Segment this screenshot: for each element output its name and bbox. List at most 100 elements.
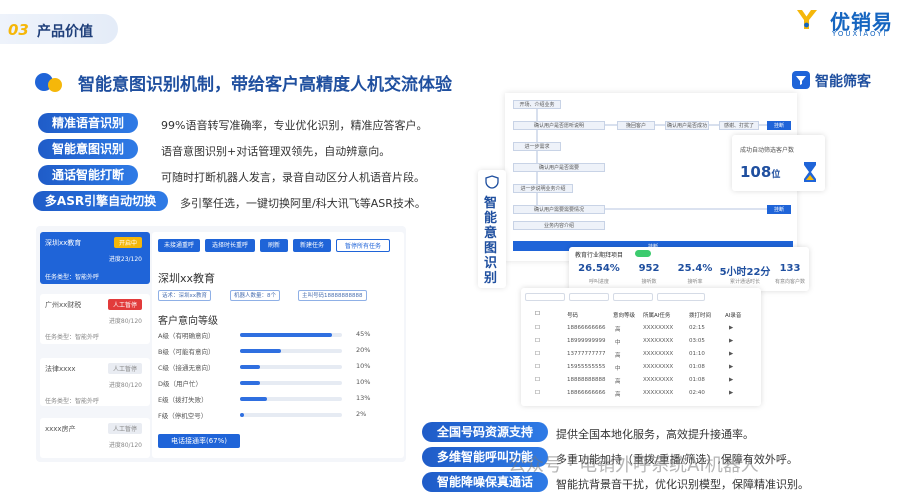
level-label: F级（停机空号）	[158, 412, 208, 420]
brand-sub: YOUXIAOYI	[832, 30, 888, 38]
level-bar-fill	[240, 381, 261, 385]
col-header: 号码	[567, 313, 579, 319]
col-header: 拨打时间	[689, 313, 712, 319]
level-bar-fill	[240, 413, 245, 417]
table-header-checkbox[interactable]: ☐	[535, 311, 540, 317]
table-cell: 18888888888	[567, 377, 606, 383]
table-cell: 01:08	[689, 364, 705, 370]
section-number: 03	[8, 21, 29, 39]
table-cell: 中	[615, 366, 621, 372]
table-cell: 中	[615, 340, 621, 346]
watermark: 公众号 · 电销外呼系统AI机器人	[508, 455, 759, 476]
caller-number-tag: 主叫号码18888888888	[298, 290, 367, 301]
level-bar-track	[240, 365, 342, 369]
script-tag: 话术：深圳xx教育	[158, 290, 212, 301]
feature-desc-2: 语音意图识别+对话管理双领先，自动辨意向。	[161, 145, 391, 158]
feature-desc-4: 多引擎任选，一键切换阿里/科大讯飞等ASR技术。	[180, 197, 426, 210]
kpi-value: 26.54%	[578, 263, 620, 274]
kpi-label: 有意向客户数	[774, 279, 805, 285]
detail-title: 深圳xx教育	[158, 272, 216, 285]
level-label: E级（拨打失败）	[158, 396, 208, 404]
kpi-card: 教育行业期拜项目 26.54% 呼叫进度 952 接听数 25.4% 接听率 5…	[569, 247, 809, 291]
level-bar-track	[240, 413, 342, 417]
play-icon[interactable]: ▶	[729, 325, 733, 331]
table-cell: 高	[615, 379, 621, 385]
bottom-feature-label-1: 全国号码资源支持	[422, 422, 548, 442]
task-card[interactable]: xxxx房产 人工暂停 进度80/120	[40, 418, 150, 458]
stat-value: 108位	[740, 163, 780, 181]
intent-level-row: F级（停机空号） 2%	[158, 410, 398, 420]
row-checkbox[interactable]: ☐	[535, 325, 540, 331]
table-cell: 18866666666	[567, 325, 606, 331]
level-percent: 45%	[356, 330, 371, 338]
level-percent: 13%	[356, 394, 371, 402]
level-label: B级（可能有意向）	[158, 348, 215, 356]
filter-select[interactable]	[613, 293, 653, 301]
row-checkbox[interactable]: ☐	[535, 377, 540, 383]
pause-all-button[interactable]: 暂停所有任务	[336, 239, 390, 252]
redial-by-duration-button[interactable]: 选择时长重呼	[205, 239, 255, 252]
task-progress: 进度80/120	[108, 382, 142, 389]
level-bar-fill	[240, 333, 332, 337]
task-detail: 未接通重呼 选择时长重呼 刷新 新建任务 暂停所有任务 深圳xx教育 话术：深圳…	[152, 232, 404, 458]
filter-select[interactable]	[525, 293, 565, 301]
brand-logo-icon	[797, 10, 817, 29]
toggle-switch[interactable]	[635, 250, 651, 257]
task-progress: 进度80/120	[108, 318, 142, 325]
hourglass-icon	[804, 162, 816, 182]
filter-select[interactable]	[569, 293, 609, 301]
stat-number: 108	[740, 163, 772, 181]
level-bar-fill	[240, 365, 261, 369]
feature-label-3: 通话智能打断	[38, 165, 138, 185]
task-card[interactable]: 深圳xx教育 开启中 进度23/120 任务类型：智能外呼	[40, 232, 150, 284]
task-progress: 进度23/120	[108, 256, 142, 263]
task-name: 深圳xx教育	[45, 239, 82, 247]
feature-label-1: 精准语音识别	[38, 113, 138, 133]
levels-title: 客户意向等级	[158, 316, 218, 327]
intent-level-row: E级（拨打失败） 13%	[158, 394, 398, 404]
kpi-value: 25.4%	[677, 263, 713, 274]
task-card[interactable]: 广州xx财税 人工暂停 进度80/120 任务类型：智能外呼	[40, 294, 150, 344]
table-cell: 01:08	[689, 377, 705, 383]
level-bar-track	[240, 333, 342, 337]
intent-level-row: A级（有明确意向） 45%	[158, 330, 398, 340]
task-name: xxxx房产	[45, 425, 76, 433]
status-badge[interactable]: 人工暂停	[107, 363, 142, 374]
table-cell: XXXXXXXX	[643, 338, 674, 344]
task-card[interactable]: 法律xxxx 人工暂停 进度80/120 任务类型：智能外呼	[40, 358, 150, 406]
table-cell: 15955555555	[567, 364, 606, 370]
task-list: 深圳xx教育 开启中 进度23/120 任务类型：智能外呼 广州xx财税 人工暂…	[40, 232, 150, 458]
level-percent: 2%	[356, 410, 367, 418]
table-cell: 高	[615, 392, 621, 398]
vertical-char: 别	[484, 271, 498, 286]
connect-rate-button[interactable]: 电话接通率(67%)	[158, 434, 240, 448]
refresh-button[interactable]: 刷新	[260, 239, 288, 252]
kpi-label: 接听率	[687, 279, 703, 285]
new-task-button[interactable]: 新建任务	[293, 239, 331, 252]
headline-dots-icon	[35, 73, 62, 92]
vertical-title: 智 能 意 图 识 别	[478, 170, 506, 288]
feature-desc-3: 可随时打断机器人发言，录音自动区分人机语音片段。	[161, 171, 425, 184]
play-icon[interactable]: ▶	[729, 390, 733, 396]
level-percent: 10%	[356, 362, 371, 370]
row-checkbox[interactable]: ☐	[535, 351, 540, 357]
task-progress: 进度80/120	[108, 442, 142, 449]
play-icon[interactable]: ▶	[729, 351, 733, 357]
robot-count-tag: 机器人数量：8个	[230, 290, 280, 301]
level-bar-fill	[240, 397, 267, 401]
play-icon[interactable]: ▶	[729, 377, 733, 383]
row-checkbox[interactable]: ☐	[535, 364, 540, 370]
redial-unanswered-button[interactable]: 未接通重呼	[158, 239, 200, 252]
level-bar-track	[240, 349, 342, 353]
status-badge[interactable]: 人工暂停	[107, 299, 142, 310]
search-input[interactable]	[657, 293, 705, 301]
kpi-value: 5小时22分	[719, 267, 771, 278]
play-icon[interactable]: ▶	[729, 364, 733, 370]
row-checkbox[interactable]: ☐	[535, 338, 540, 344]
task-type: 任务类型：智能外呼	[45, 334, 100, 341]
table-cell: 13777777777	[567, 351, 606, 357]
play-icon[interactable]: ▶	[729, 338, 733, 344]
level-bar-track	[240, 397, 342, 401]
status-badge[interactable]: 人工暂停	[107, 423, 142, 434]
row-checkbox[interactable]: ☐	[535, 390, 540, 396]
